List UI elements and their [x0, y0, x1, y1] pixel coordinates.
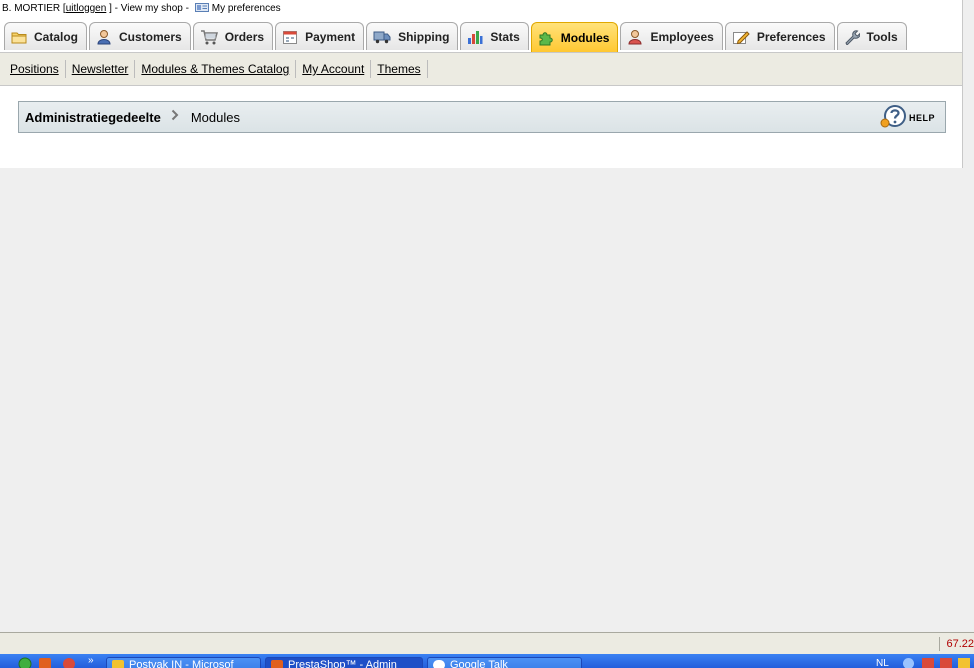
tab-shipping-label: Shipping [398, 29, 450, 44]
view-shop-link[interactable]: View my shop [121, 3, 183, 14]
tab-employees-label: Employees [650, 29, 714, 44]
my-preferences-link[interactable]: My preferences [212, 3, 281, 14]
tab-tools-label: Tools [866, 29, 898, 44]
taskbar-item-label: PrestaShop™ - Admin [288, 659, 397, 668]
user-bar-separator-2: - [185, 3, 189, 14]
windows-taskbar: » Postvak IN - Microsof PrestaShop™ - Ad… [0, 654, 974, 668]
tab-orders-label: Orders [224, 29, 265, 44]
outlook-icon [112, 660, 124, 668]
bar-chart-icon [467, 29, 483, 45]
tab-customers-label: Customers [119, 29, 182, 44]
taskbar-item-label: Postvak IN - Microsof [129, 659, 234, 668]
id-card-icon [194, 2, 209, 12]
employee-icon [627, 29, 643, 45]
wrench-icon [844, 29, 860, 45]
taskbar-item-label: Google Talk [450, 659, 508, 668]
help-label: HELP [908, 113, 935, 123]
sub-navigation: Positions Newsletter Modules & Themes Ca… [0, 52, 962, 86]
tab-stats-label: Stats [490, 29, 520, 44]
customer-icon [96, 29, 112, 45]
breadcrumb-root[interactable]: Administratiegedeelte [19, 110, 161, 125]
firefox-icon [271, 660, 283, 668]
tab-shipping[interactable]: Shipping [366, 22, 459, 50]
taskbar-item[interactable]: Postvak IN - Microsof [106, 657, 261, 668]
tab-catalog-label: Catalog [34, 29, 79, 44]
user-bar-separator: ] - [109, 3, 118, 14]
subnav-themes[interactable]: Themes [371, 60, 428, 78]
help-icon [880, 105, 906, 131]
taskbar-item-active[interactable]: PrestaShop™ - Admin [265, 657, 423, 668]
status-value: 67.22 [939, 637, 974, 651]
user-bar: B. MORTIER [uitloggen ] - View my shop -… [2, 2, 281, 16]
calendar-icon [282, 29, 298, 45]
browser-status-bar: 67.22 [0, 632, 974, 654]
help-button[interactable]: HELP [880, 105, 935, 131]
breadcrumb: Administratiegedeelte Modules HELP [18, 101, 946, 133]
browser-viewport: B. MORTIER [uitloggen ] - View my shop -… [0, 0, 974, 632]
admin-page: B. MORTIER [uitloggen ] - View my shop -… [0, 0, 963, 168]
logout-link[interactable]: uitloggen [66, 3, 107, 14]
puzzle-icon [538, 30, 554, 46]
tab-payment-label: Payment [305, 29, 356, 44]
folder-icon [11, 30, 27, 44]
tab-preferences[interactable]: Preferences [724, 22, 835, 50]
subnav-my-account[interactable]: My Account [296, 60, 372, 78]
cart-icon [200, 29, 218, 45]
tab-orders[interactable]: Orders [192, 22, 274, 50]
tab-employees[interactable]: Employees [620, 22, 723, 50]
tab-modules[interactable]: Modules [530, 22, 619, 52]
tray-icon[interactable] [903, 658, 914, 668]
google-talk-icon [433, 660, 445, 668]
quicklaunch-icon[interactable] [38, 657, 52, 668]
tab-tools[interactable]: Tools [836, 22, 907, 50]
subnav-modules-themes-catalog[interactable]: Modules & Themes Catalog [135, 60, 297, 78]
quicklaunch-icon-2[interactable] [62, 657, 76, 668]
tray-icon-3[interactable] [958, 658, 970, 668]
main-tabs: Catalog Customers Orders Payment Shippin… [4, 22, 907, 52]
tab-payment[interactable]: Payment [275, 22, 365, 50]
tab-customers[interactable]: Customers [89, 22, 191, 50]
truck-icon [373, 30, 391, 44]
quicklaunch-more-icon[interactable]: » [88, 655, 94, 666]
subnav-newsletter[interactable]: Newsletter [66, 60, 136, 78]
breadcrumb-current: Modules [190, 109, 240, 125]
user-name: B. MORTIER [ [2, 3, 66, 14]
tab-stats[interactable]: Stats [460, 22, 529, 50]
pencil-icon [732, 29, 750, 45]
tray-mail-icon-2[interactable] [940, 658, 952, 668]
tab-catalog[interactable]: Catalog [4, 22, 88, 50]
taskbar-item[interactable]: Google Talk [427, 657, 582, 668]
start-icon[interactable] [18, 657, 32, 668]
tab-preferences-label: Preferences [756, 29, 826, 44]
tab-modules-label: Modules [560, 30, 610, 45]
subnav-positions[interactable]: Positions [4, 60, 66, 78]
tray-mail-icon[interactable] [922, 658, 934, 668]
language-indicator[interactable]: NL [876, 658, 889, 668]
chevron-right-icon [171, 108, 179, 126]
